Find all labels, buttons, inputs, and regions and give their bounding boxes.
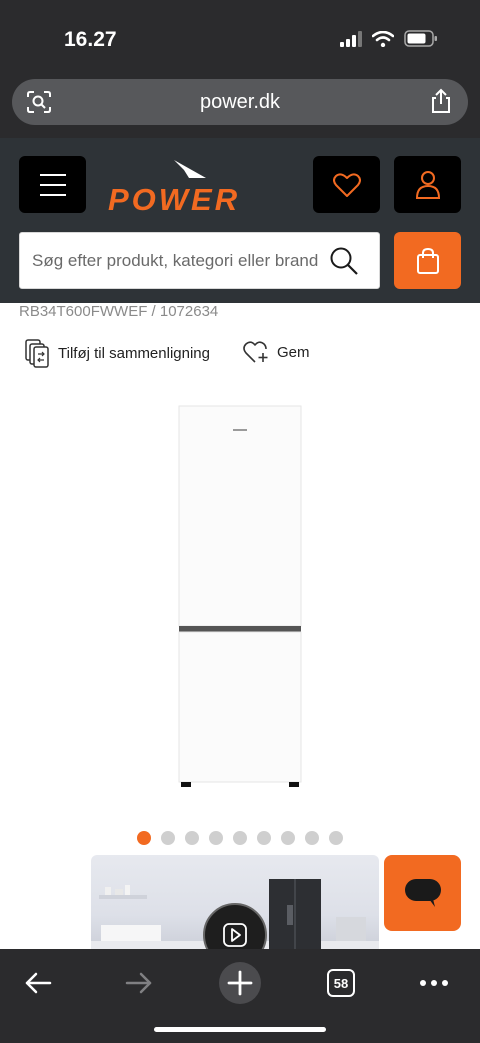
menu-icon-line (39, 183, 66, 186)
signal-icon (340, 30, 362, 47)
status-icons (340, 30, 438, 47)
save-label: Gem (277, 343, 310, 361)
tabs-button[interactable]: 58 (317, 959, 365, 1007)
forward-arrow-icon (125, 972, 152, 994)
carousel-dot[interactable] (185, 831, 199, 845)
carousel-dot[interactable] (329, 831, 343, 845)
menu-button[interactable] (19, 156, 86, 213)
account-button[interactable] (394, 156, 461, 213)
address-bar[interactable]: power.dk (12, 79, 468, 125)
search-box[interactable] (19, 232, 380, 289)
logo-text: POWER (108, 182, 240, 216)
search-icon[interactable] (329, 246, 359, 276)
status-time: 16.27 (64, 28, 117, 51)
video-thumbnail[interactable] (91, 855, 379, 955)
compare-icon (25, 339, 49, 368)
cart-icon (416, 247, 439, 274)
tab-count: 58 (327, 969, 355, 997)
battery-icon (404, 30, 437, 47)
product-image-fridge[interactable] (178, 405, 302, 789)
save-button[interactable]: Gem (243, 340, 310, 364)
heart-icon (332, 172, 361, 197)
chat-icon (404, 879, 441, 907)
image-carousel-dots (137, 831, 343, 845)
carousel-dot[interactable] (137, 831, 151, 845)
compare-label: Tilføj til sammenligning (58, 344, 210, 362)
new-tab-button[interactable] (216, 959, 264, 1007)
plus-icon (219, 962, 261, 1004)
more-icon (420, 980, 448, 986)
compare-button[interactable]: Tilføj til sammenligning (24, 338, 210, 368)
forward-button[interactable] (115, 959, 163, 1007)
cart-button[interactable] (394, 232, 461, 289)
heart-plus-icon (243, 341, 268, 363)
url-text: power.dk (199, 90, 281, 113)
back-button[interactable] (14, 959, 62, 1007)
play-icon (223, 923, 247, 947)
carousel-dot[interactable] (257, 831, 271, 845)
wishlist-button[interactable] (313, 156, 380, 213)
wifi-icon (372, 30, 394, 47)
search-input[interactable] (20, 233, 330, 288)
lens-icon[interactable] (26, 90, 52, 114)
product-sku: RB34T600FWWEF / 1072634 (19, 303, 219, 320)
share-icon[interactable] (430, 88, 452, 114)
browser-address-area: power.dk (0, 74, 480, 138)
carousel-dot[interactable] (209, 831, 223, 845)
back-arrow-icon (25, 972, 52, 994)
carousel-dot[interactable] (233, 831, 247, 845)
power-logo[interactable]: POWER (106, 156, 286, 216)
browser-toolbar: 58 (0, 949, 480, 1043)
site-header: POWER (0, 138, 480, 303)
more-button[interactable] (410, 959, 458, 1007)
carousel-dot[interactable] (305, 831, 319, 845)
carousel-dot[interactable] (161, 831, 175, 845)
carousel-dot[interactable] (281, 831, 295, 845)
user-icon (415, 170, 440, 199)
home-indicator (154, 1027, 326, 1032)
chat-button[interactable] (384, 855, 461, 931)
menu-icon-line (39, 193, 66, 196)
menu-icon-line (39, 173, 66, 176)
status-bar: 16.27 (0, 0, 480, 74)
